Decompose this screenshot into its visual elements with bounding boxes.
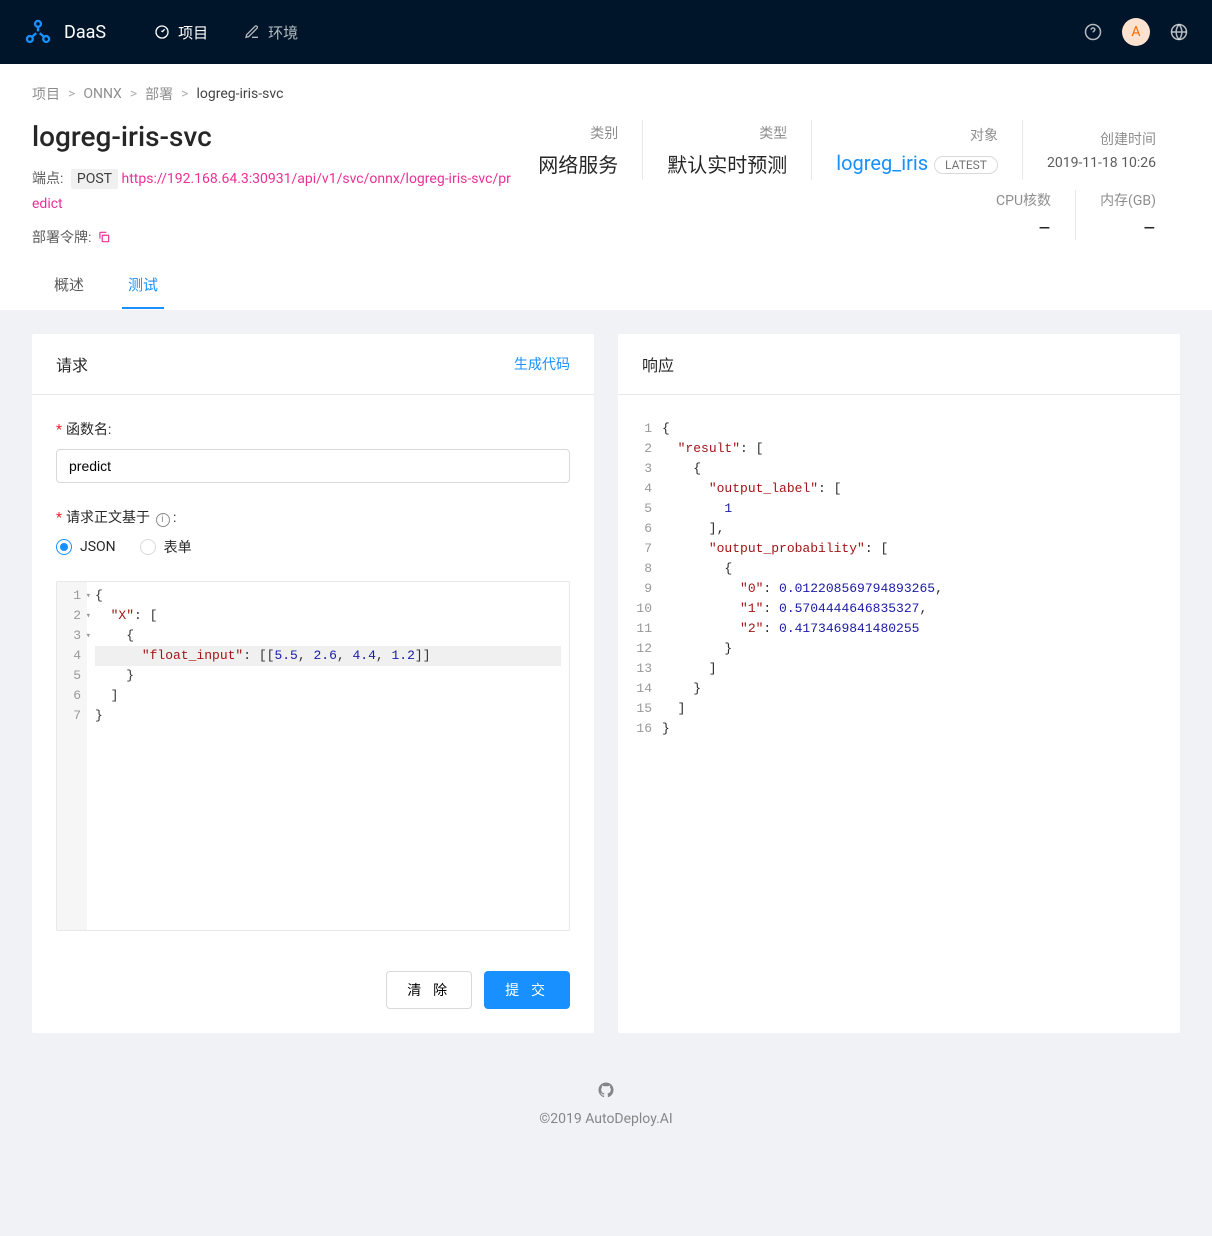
brand-logo[interactable]: DaaS [24,18,106,46]
func-name-text: 函数名: [66,422,111,438]
breadcrumb-current: logreg-iris-svc [196,86,283,102]
meta-created: 创建时间 2019-11-18 10:26 [1022,120,1180,180]
meta-category: 类别 网络服务 [514,120,642,180]
logo-icon [24,18,52,46]
generate-code-link[interactable]: 生成代码 [514,354,570,374]
header-left: DaaS 项目 环境 [24,18,298,46]
radio-form[interactable]: 表单 [140,537,192,557]
radio-form-label: 表单 [164,537,192,557]
breadcrumb-projects[interactable]: 项目 [32,84,60,104]
body-radio-group: JSON 表单 [56,537,570,557]
avatar-letter: A [1131,24,1140,40]
meta-mem: 内存(GB) – [1075,190,1180,240]
meta-created-label: 创建时间 [1047,129,1156,149]
meta-type-label: 类型 [667,123,787,143]
meta-object: 对象 logreg_iris LATEST [811,120,1022,180]
token-label: 部署令牌: [32,227,91,247]
page-title: logreg-iris-svc [32,120,514,153]
meta-object-value: logreg_iris LATEST [836,151,998,175]
github-icon[interactable] [597,1081,615,1099]
meta-block: 类别 网络服务 类型 默认实时预测 对象 logreg_iris LATEST 创… [514,120,1180,248]
edit-icon [244,24,260,40]
radio-dot-icon [56,539,72,555]
meta-type: 类型 默认实时预测 [642,120,811,180]
meta-cpu-value: – [996,216,1051,240]
response-gutter: 12345678910111213141516 [626,419,662,739]
page-title-row: logreg-iris-svc 端点: POST https://192.168… [32,120,1180,248]
breadcrumb-sep: > [130,86,137,102]
meta-type-value: 默认实时预测 [667,149,787,178]
response-header: 响应 [618,334,1180,395]
http-method: POST [71,169,118,189]
nav-envs-label: 环境 [268,22,298,43]
response-code[interactable]: { "result": [ { "output_label": [ 1 ], "… [662,419,1172,739]
deploy-token: 部署令牌: [32,227,514,247]
copy-icon[interactable] [97,230,111,244]
meta-object-label: 对象 [836,125,998,145]
request-title: 请求 [56,352,88,376]
response-editor[interactable]: 12345678910111213141516 { "result": [ { … [618,395,1180,763]
func-name-input[interactable] [56,449,570,483]
func-name-label: *函数名: [56,419,570,439]
radio-json[interactable]: JSON [56,537,116,557]
content-header: 项目 > ONNX > 部署 > logreg-iris-svc logreg-… [0,64,1212,310]
meta-row2: CPU核数 – 内存(GB) – [514,190,1180,240]
request-editor[interactable]: 1234567 { "X": [ { "float_input": [[5.5,… [56,581,570,931]
submit-button[interactable]: 提 交 [484,971,570,1009]
nav-envs[interactable]: 环境 [244,22,298,43]
avatar[interactable]: A [1122,18,1150,46]
body-basis-text: 请求正文基于 [66,510,150,526]
breadcrumb: 项目 > ONNX > 部署 > logreg-iris-svc [32,84,1180,104]
breadcrumb-onnx[interactable]: ONNX [83,86,122,102]
app-header: DaaS 项目 环境 A [0,0,1212,64]
breadcrumb-deploy[interactable]: 部署 [145,84,173,104]
meta-category-value: 网络服务 [538,149,618,178]
meta-mem-value: – [1100,216,1156,240]
endpoint-label: 端点: [32,171,63,187]
footer: ©2019 AutoDeploy.AI [0,1057,1212,1151]
brand-name: DaaS [64,22,106,43]
top-nav: 项目 环境 [154,22,298,43]
nav-projects[interactable]: 项目 [154,22,208,43]
object-tag: LATEST [934,156,998,174]
request-gutter: 1234567 [57,582,87,930]
globe-icon[interactable] [1170,23,1188,41]
page-title-left: logreg-iris-svc 端点: POST https://192.168… [32,120,514,247]
radio-dot-icon [140,539,156,555]
response-card: 响应 12345678910111213141516 { "result": [… [618,334,1180,1033]
request-card: 请求 生成代码 *函数名: *请求正文基于 i : JSON 表单 123456… [32,334,594,1033]
endpoint: 端点: POST https://192.168.64.3:30931/api/… [32,167,514,217]
meta-row1: 类别 网络服务 类型 默认实时预测 对象 logreg_iris LATEST 创… [514,120,1180,180]
object-link[interactable]: logreg_iris [836,151,928,175]
header-right: A [1084,18,1188,46]
dashboard-icon [154,24,170,40]
request-header: 请求 生成代码 [32,334,594,395]
meta-created-value: 2019-11-18 10:26 [1047,155,1156,171]
meta-cpu: CPU核数 – [972,190,1075,240]
nav-projects-label: 项目 [178,22,208,43]
main: 请求 生成代码 *函数名: *请求正文基于 i : JSON 表单 123456… [0,310,1212,1057]
tab-overview[interactable]: 概述 [32,260,106,309]
tab-test[interactable]: 测试 [106,260,180,309]
body-basis-item: *请求正文基于 i : JSON 表单 [56,507,570,557]
request-actions: 清 除 提 交 [32,955,594,1033]
breadcrumb-sep: > [181,86,188,102]
meta-cpu-label: CPU核数 [996,190,1051,210]
copyright: ©2019 AutoDeploy.AI [24,1111,1188,1127]
tabs: 概述 测试 [32,260,1180,310]
body-basis-label: *请求正文基于 i : [56,507,570,527]
request-body: *函数名: *请求正文基于 i : JSON 表单 1234567 { "X":… [32,395,594,955]
meta-mem-label: 内存(GB) [1100,190,1156,210]
func-name-item: *函数名: [56,419,570,483]
breadcrumb-sep: > [68,86,75,102]
info-icon[interactable]: i [156,513,170,527]
help-icon[interactable] [1084,23,1102,41]
meta-category-label: 类别 [538,123,618,143]
radio-json-label: JSON [80,539,116,555]
request-code[interactable]: { "X": [ { "float_input": [[5.5, 2.6, 4.… [87,582,569,930]
response-title: 响应 [642,352,674,376]
clear-button[interactable]: 清 除 [386,971,472,1009]
